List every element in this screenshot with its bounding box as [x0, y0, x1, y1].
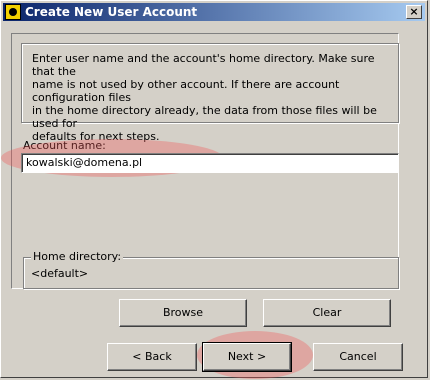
next-button[interactable]: Next >	[202, 342, 292, 372]
cancel-button[interactable]: Cancel	[313, 343, 403, 371]
close-button[interactable]: ×	[406, 5, 422, 19]
clear-button[interactable]: Clear	[263, 299, 391, 327]
close-icon: ×	[409, 5, 419, 18]
info-text: Enter user name and the account's home d…	[21, 43, 399, 143]
window-title: Create New User Account	[25, 5, 198, 19]
account-name-value: kowalski@domena.pl	[26, 156, 143, 169]
back-button[interactable]: < Back	[107, 343, 197, 371]
app-icon	[5, 4, 21, 20]
title-bar: Create New User Account ×	[3, 3, 425, 21]
create-user-dialog: Create New User Account × Enter user nam…	[0, 0, 428, 379]
browse-button[interactable]: Browse	[119, 299, 247, 327]
home-directory-value: <default>	[31, 267, 89, 280]
home-directory-label: Home directory:	[31, 250, 124, 263]
account-name-input[interactable]: kowalski@domena.pl	[21, 153, 399, 173]
